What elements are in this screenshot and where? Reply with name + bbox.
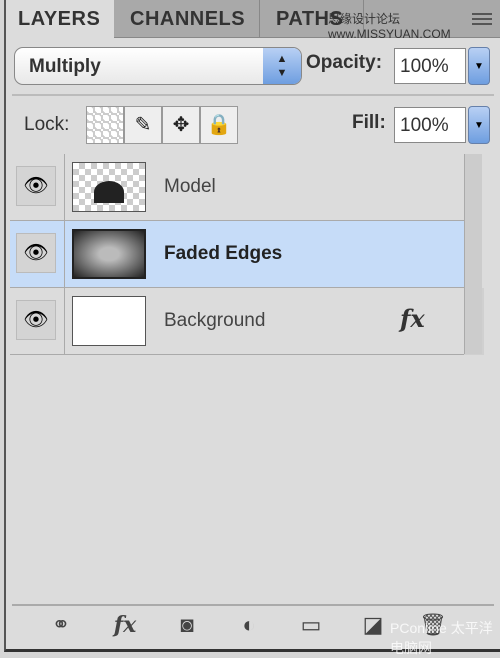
panel-menu-icon[interactable] — [472, 10, 492, 28]
updown-arrow-icon: ▲ ▼ — [263, 48, 301, 84]
tab-channels[interactable]: CHANNELS — [118, 0, 260, 38]
layer-list: 👁 Model 👁 Faded Edges 👁 Background fx ▼ — [10, 154, 484, 355]
eye-icon[interactable]: 👁 — [16, 300, 56, 340]
eye-icon[interactable]: 👁 — [16, 233, 56, 273]
layer-name[interactable]: Faded Edges — [164, 243, 282, 265]
lock-position-icon[interactable]: ✥ — [162, 106, 200, 144]
model-figure — [94, 181, 124, 203]
layers-panel: LAYERS CHANNELS PATHS 思缘设计论坛 www.MISSYUA… — [4, 0, 500, 656]
folder-icon[interactable]: ▭ — [294, 612, 328, 638]
lock-image-icon[interactable]: ✎ — [124, 106, 162, 144]
fill-field[interactable]: 100% — [394, 107, 466, 143]
fx-icon[interactable]: fx — [400, 304, 425, 333]
layer-thumbnail — [72, 229, 146, 279]
divider — [12, 94, 494, 96]
fill-dropdown-icon[interactable]: ▼ — [468, 106, 490, 144]
link-icon[interactable]: ⚭ — [44, 612, 78, 638]
divider — [64, 288, 65, 354]
adjustment-icon[interactable]: ◐ — [232, 612, 266, 638]
layer-row-faded-edges[interactable]: 👁 Faded Edges — [10, 221, 464, 288]
fx-icon[interactable]: fx — [108, 612, 142, 638]
opacity-field[interactable]: 100% — [394, 48, 466, 84]
blend-mode-value: Multiply — [29, 56, 101, 77]
mask-icon[interactable]: ◙ — [170, 612, 204, 638]
lock-all-icon[interactable]: 🔒 — [200, 106, 238, 144]
layer-thumbnail — [72, 296, 146, 346]
opacity-label: Opacity: — [306, 52, 383, 73]
layer-row-background[interactable]: 👁 Background fx ▼ — [10, 288, 484, 355]
fill-label: Fill: — [352, 112, 386, 133]
new-layer-icon[interactable]: ◪ — [356, 612, 390, 638]
scrollbar[interactable] — [464, 154, 482, 354]
opacity-dropdown-icon[interactable]: ▼ — [468, 47, 490, 85]
tab-bar: LAYERS CHANNELS PATHS 思缘设计论坛 www.MISSYUA… — [6, 0, 500, 41]
tab-layers[interactable]: LAYERS — [6, 0, 114, 39]
divider — [12, 604, 494, 606]
layer-name[interactable]: Background — [164, 310, 265, 332]
layer-thumbnail — [72, 162, 146, 212]
layer-name[interactable]: Model — [164, 176, 216, 198]
blend-mode-select[interactable]: Multiply ▲ ▼ — [14, 47, 302, 85]
divider — [64, 154, 65, 220]
lock-transparent-icon[interactable] — [86, 106, 124, 144]
watermark-bottom: PConline 太平洋电脑网 — [390, 620, 493, 656]
eye-icon[interactable]: 👁 — [16, 166, 56, 206]
layer-row-model[interactable]: 👁 Model — [10, 154, 464, 221]
divider — [64, 221, 65, 287]
lock-label: Lock: — [24, 114, 70, 135]
